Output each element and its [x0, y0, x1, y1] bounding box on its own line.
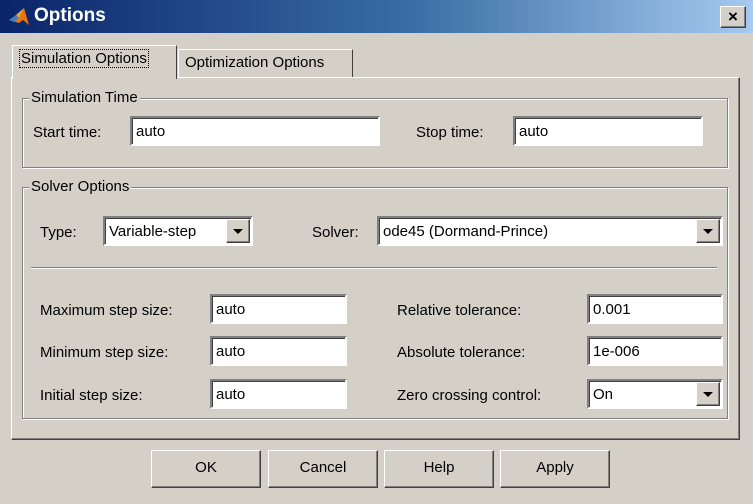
start-time-label: Start time:	[33, 124, 102, 141]
zero-crossing-dropdown-arrow-icon[interactable]	[696, 382, 720, 406]
apply-button[interactable]: Apply	[500, 450, 610, 488]
close-icon: ×	[728, 7, 738, 26]
close-button[interactable]: ×	[720, 6, 746, 28]
solver-dropdown-arrow-icon[interactable]	[696, 219, 720, 243]
window-title: Options	[34, 5, 106, 26]
ok-button[interactable]: OK	[151, 450, 261, 488]
tab-simulation-options[interactable]: Simulation Options	[12, 45, 177, 79]
tab-panel-simulation: Simulation Time Start time: auto Stop ti…	[11, 77, 740, 440]
simulation-time-group: Simulation Time Start time: auto Stop ti…	[22, 89, 728, 168]
zero-crossing-label: Zero crossing control:	[397, 387, 542, 404]
solver-separator	[31, 267, 717, 269]
init-step-input[interactable]: auto	[210, 379, 347, 409]
abs-tol-label: Absolute tolerance:	[397, 344, 526, 361]
type-label: Type:	[40, 224, 77, 241]
start-time-input[interactable]: auto	[130, 116, 380, 146]
type-select[interactable]: Variable-step	[103, 216, 253, 246]
zero-crossing-value: On	[593, 386, 614, 403]
type-select-value: Variable-step	[109, 223, 197, 240]
type-dropdown-arrow-icon[interactable]	[226, 219, 250, 243]
solver-options-group: Solver Options Type: Variable-step Solve…	[22, 178, 728, 419]
max-step-input[interactable]: auto	[210, 294, 347, 324]
min-step-input[interactable]: auto	[210, 336, 347, 366]
solver-select-value: ode45 (Dormand-Prince)	[383, 223, 549, 240]
solver-options-title: Solver Options	[29, 178, 132, 195]
rel-tol-input[interactable]: 0.001	[587, 294, 723, 324]
help-button[interactable]: Help	[384, 450, 494, 488]
stop-time-input[interactable]: auto	[513, 116, 703, 146]
solver-label: Solver:	[312, 224, 359, 241]
solver-select[interactable]: ode45 (Dormand-Prince)	[377, 216, 723, 246]
title-bar: Options ×	[0, 0, 753, 33]
tab-optimization-options[interactable]: Optimization Options	[178, 49, 353, 77]
zero-crossing-select[interactable]: On	[587, 379, 723, 409]
cancel-button[interactable]: Cancel	[268, 450, 378, 488]
matlab-logo-icon	[9, 8, 29, 25]
min-step-label: Minimum step size:	[40, 344, 169, 361]
simulation-time-title: Simulation Time	[29, 89, 140, 106]
rel-tol-label: Relative tolerance:	[397, 302, 522, 319]
abs-tol-input[interactable]: 1e-006	[587, 336, 723, 366]
init-step-label: Initial step size:	[40, 387, 143, 404]
max-step-label: Maximum step size:	[40, 302, 173, 319]
stop-time-label: Stop time:	[416, 124, 484, 141]
